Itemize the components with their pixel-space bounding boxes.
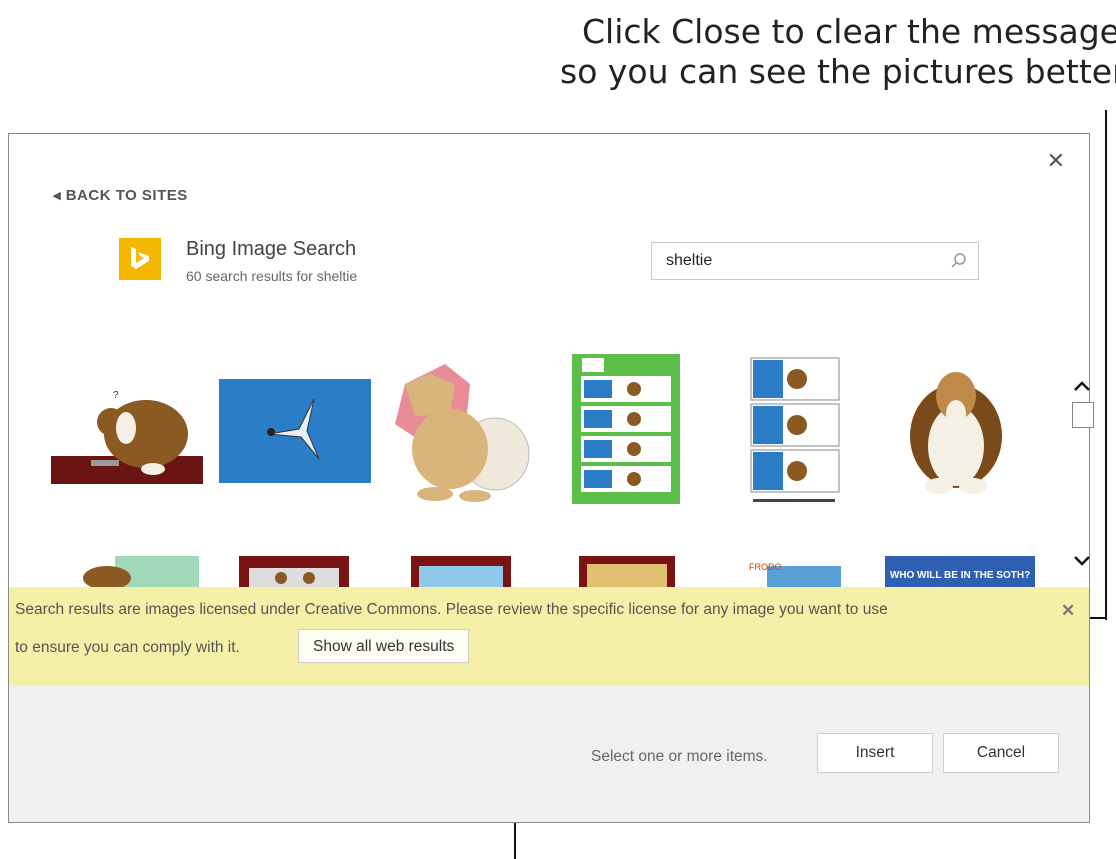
results-count: 60 search results for sheltie	[186, 268, 358, 284]
selection-hint: Select one or more items.	[591, 748, 768, 765]
svg-text:?: ?	[113, 390, 119, 401]
back-to-sites-link[interactable]: ◂ BACK TO SITES	[53, 186, 188, 204]
bing-logo-icon	[119, 238, 161, 280]
result-thumbnail[interactable]	[77, 556, 199, 588]
scroll-down-icon[interactable]	[1070, 550, 1094, 572]
scrollbar-thumb[interactable]	[1072, 402, 1094, 428]
result-thumbnail[interactable]	[747, 354, 842, 509]
callout-leader-line	[1105, 110, 1107, 620]
show-all-web-results-button[interactable]: Show all web results	[298, 629, 470, 663]
license-notice-bar: Search results are images licensed under…	[9, 587, 1089, 685]
result-thumbnail[interactable]	[239, 556, 349, 588]
cancel-button[interactable]: Cancel	[943, 733, 1059, 773]
dialog-close-button[interactable]: ✕	[1047, 148, 1065, 174]
comic-caption-text: FRODO	[749, 562, 782, 572]
result-thumbnail[interactable]	[385, 354, 537, 506]
callout-line-1: Click Close to clear the message	[582, 12, 1116, 51]
result-thumbnail[interactable]	[579, 556, 675, 588]
notice-text-continued: to ensure you can comply with it.	[15, 639, 240, 656]
callout-annotation: Click Close to clear the message so you …	[560, 12, 1116, 92]
callout-line-2: so you can see the pictures better	[560, 52, 1116, 91]
notice-close-icon[interactable]: ✕	[1061, 601, 1075, 621]
result-thumbnail[interactable]	[572, 354, 680, 504]
search-field[interactable]	[651, 242, 979, 280]
result-caption: WHO WILL BE IN THE SOTH?	[889, 570, 1031, 581]
dialog-footer: Select one or more items. Insert Cancel	[9, 685, 1089, 822]
result-thumbnail[interactable]	[219, 379, 371, 483]
scroll-up-icon[interactable]	[1070, 376, 1094, 398]
search-icon[interactable]	[950, 252, 968, 270]
insert-pictures-dialog: ✕ ◂ BACK TO SITES Bing Image Search 60 s…	[8, 133, 1094, 823]
result-thumbnail[interactable]	[411, 556, 511, 588]
notice-text: Search results are images licensed under…	[15, 601, 888, 618]
result-thumbnail[interactable]: ?	[51, 384, 203, 488]
provider-title: Bing Image Search	[186, 238, 357, 260]
search-input[interactable]	[664, 251, 938, 271]
result-thumbnail[interactable]	[901, 356, 1011, 506]
result-thumbnail[interactable]: WHO WILL BE IN THE SOTH?	[885, 556, 1035, 588]
insert-button[interactable]: Insert	[817, 733, 933, 773]
result-thumbnail[interactable]: FRODO	[747, 556, 843, 588]
